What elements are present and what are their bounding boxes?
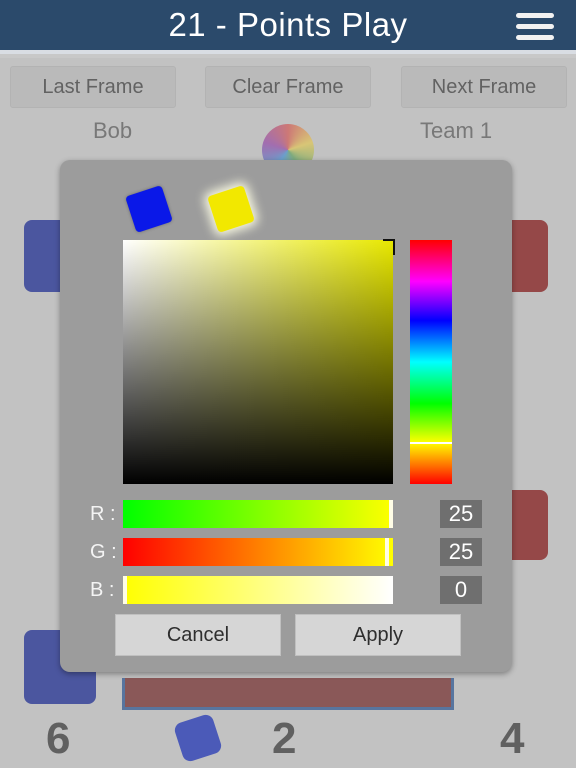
- cancel-button[interactable]: Cancel: [115, 614, 281, 656]
- blue-label: B :: [90, 579, 115, 601]
- app-header: 21 - Points Play: [0, 0, 576, 54]
- blue-slider-row: B : 0: [90, 576, 482, 606]
- red-slider-thumb[interactable]: [389, 500, 393, 528]
- green-slider[interactable]: [123, 538, 393, 566]
- red-slider[interactable]: [123, 500, 393, 528]
- hue-marker[interactable]: [410, 442, 452, 444]
- green-value-field[interactable]: 25: [440, 538, 482, 566]
- color-picker-dialog: R : 25 G : 25 B : 0 Cancel Apply: [60, 160, 512, 672]
- blue-slider[interactable]: [123, 576, 393, 604]
- green-slider-row: G : 25: [90, 538, 482, 568]
- blue-value-field[interactable]: 0: [440, 576, 482, 604]
- blue-slider-thumb[interactable]: [123, 576, 127, 604]
- green-label: G :: [90, 541, 117, 563]
- hue-slider[interactable]: [410, 240, 452, 484]
- red-label: R :: [90, 503, 116, 525]
- sv-cursor-marker[interactable]: [383, 239, 395, 255]
- apply-button[interactable]: Apply: [295, 614, 461, 656]
- swatch-blue[interactable]: [125, 185, 173, 233]
- page-title: 21 - Points Play: [168, 6, 408, 43]
- swatch-yellow[interactable]: [207, 185, 255, 233]
- red-value-field[interactable]: 25: [440, 500, 482, 528]
- red-slider-row: R : 25: [90, 500, 482, 530]
- green-slider-thumb[interactable]: [385, 538, 389, 566]
- saturation-value-picker[interactable]: [123, 239, 395, 484]
- hamburger-menu-icon[interactable]: [516, 13, 554, 41]
